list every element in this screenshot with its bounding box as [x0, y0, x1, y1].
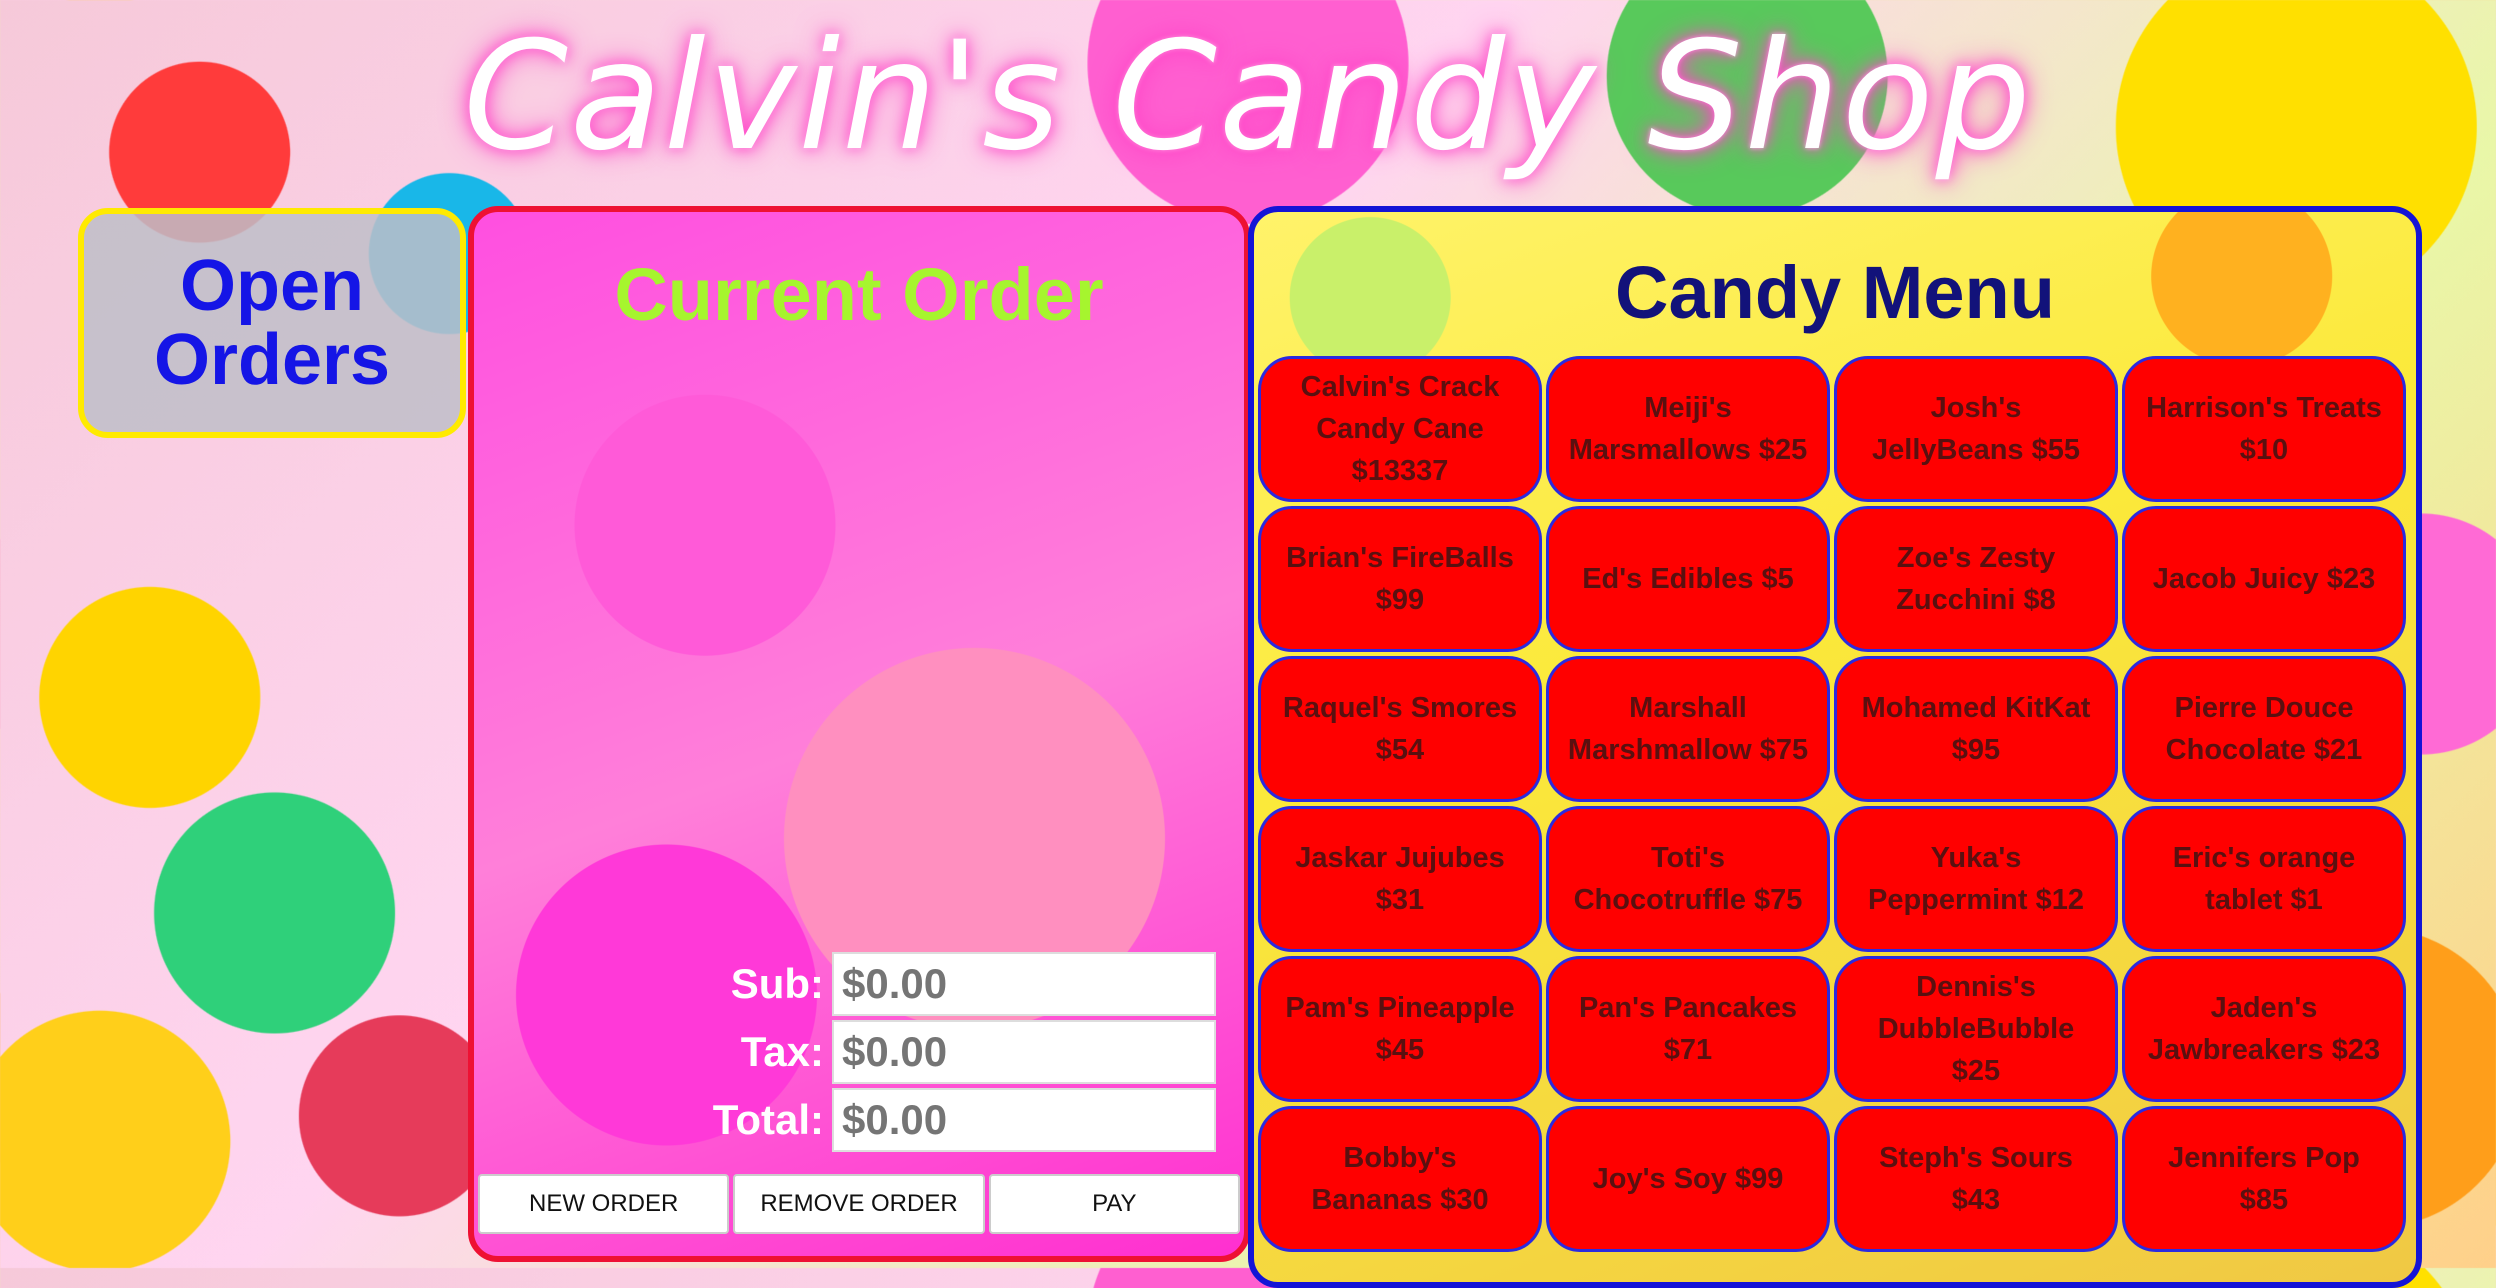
candy-menu-grid: Calvin's Crack Candy Cane $13337 Meiji's…	[1258, 356, 2406, 1252]
candy-item-button[interactable]: Calvin's Crack Candy Cane $13337	[1258, 356, 1542, 502]
candy-item-button[interactable]: Mohamed KitKat $95	[1834, 656, 2118, 802]
candy-menu-title: Candy Menu	[1615, 251, 2055, 334]
current-order-panel: Current Order Sub: Tax: Total: NEW ORDER…	[468, 206, 1250, 1262]
candy-item-button[interactable]: Pam's Pineapple $45	[1258, 956, 1542, 1102]
candy-item-button[interactable]: Zoe's Zesty Zucchini $8	[1834, 506, 2118, 652]
candy-item-button[interactable]: Eric's orange tablet $1	[2122, 806, 2406, 952]
candy-item-button[interactable]: Jacob Juicy $23	[2122, 506, 2406, 652]
subtotal-field[interactable]	[832, 952, 1216, 1016]
remove-order-button[interactable]: REMOVE ORDER	[733, 1174, 985, 1234]
candy-item-button[interactable]: Bobby's Bananas $30	[1258, 1106, 1542, 1252]
new-order-button[interactable]: NEW ORDER	[478, 1174, 730, 1234]
candy-item-button[interactable]: Pierre Douce Chocolate $21	[2122, 656, 2406, 802]
open-orders-button[interactable]: Open Orders	[78, 208, 466, 438]
tax-label: Tax:	[740, 1028, 824, 1075]
candy-item-button[interactable]: Harrison's Treats $10	[2122, 356, 2406, 502]
candy-item-button[interactable]: Joy's Soy $99	[1546, 1106, 1830, 1252]
candy-item-button[interactable]: Jaskar Jujubes $31	[1258, 806, 1542, 952]
totals-section: Sub: Tax: Total:	[713, 952, 1216, 1156]
candy-item-button[interactable]: Ed's Edibles $5	[1546, 506, 1830, 652]
candy-item-button[interactable]: Toti's Chocotruffle $75	[1546, 806, 1830, 952]
candy-item-button[interactable]: Meiji's Marsmallows $25	[1546, 356, 1830, 502]
candy-item-button[interactable]: Raquel's Smores $54	[1258, 656, 1542, 802]
shop-title: Calvin's Candy Shop	[463, 10, 2033, 184]
candy-item-button[interactable]: Josh's JellyBeans $55	[1834, 356, 2118, 502]
pay-button[interactable]: PAY	[988, 1174, 1240, 1234]
candy-item-button[interactable]: Pan's Pancakes $71	[1546, 956, 1830, 1102]
candy-item-button[interactable]: Dennis's DubbleBubble $25	[1834, 956, 2118, 1102]
candy-item-button[interactable]: Marshall Marshmallow $75	[1546, 656, 1830, 802]
order-actions: NEW ORDER REMOVE ORDER PAY	[476, 1174, 1242, 1234]
candy-menu-panel: Candy Menu Calvin's Crack Candy Cane $13…	[1248, 206, 2422, 1288]
candy-item-button[interactable]: Steph's Sours $43	[1834, 1106, 2118, 1252]
tax-row: Tax:	[713, 1020, 1216, 1084]
candy-item-button[interactable]: Jennifers Pop $85	[2122, 1106, 2406, 1252]
total-row: Total:	[713, 1088, 1216, 1152]
candy-item-button[interactable]: Jaden's Jawbreakers $23	[2122, 956, 2406, 1102]
tax-field[interactable]	[832, 1020, 1216, 1084]
candy-item-button[interactable]: Brian's FireBalls $99	[1258, 506, 1542, 652]
total-field[interactable]	[832, 1088, 1216, 1152]
subtotal-label: Sub:	[730, 960, 824, 1007]
total-label: Total:	[712, 1096, 824, 1143]
candy-item-button[interactable]: Yuka's Peppermint $12	[1834, 806, 2118, 952]
subtotal-row: Sub:	[713, 952, 1216, 1016]
current-order-title: Current Order	[614, 253, 1104, 336]
